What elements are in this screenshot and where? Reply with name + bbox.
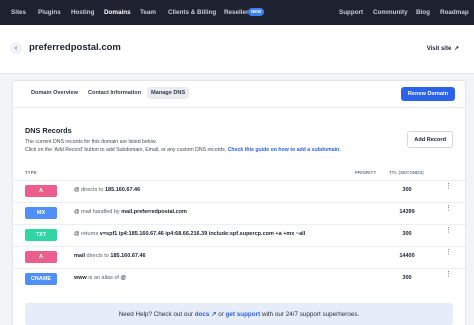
dns-record-row: A mail directs to 185.160.67.46 14400 ⋮	[13, 246, 465, 267]
record-name: @	[74, 187, 80, 193]
column-priority: PRIORITY	[355, 170, 377, 175]
dns-record-row: TXT @ returns v=spf1 ip4:185.160.67.46 i…	[13, 224, 465, 245]
record-value: 185.160.67.46	[104, 187, 141, 193]
more-vertical-icon[interactable]: ⋮	[445, 205, 452, 212]
more-vertical-icon[interactable]: ⋮	[445, 183, 452, 190]
nav-domains[interactable]: Domains	[104, 9, 131, 16]
back-button[interactable]: ‹	[10, 42, 22, 54]
record-type-badge: A	[25, 251, 57, 263]
nav-clients-billing[interactable]: Clients & Billing	[168, 9, 216, 16]
record-description: @ directs to 185.160.67.46	[74, 187, 140, 193]
visit-site-label: Visit site	[426, 46, 452, 52]
dns-records-title: DNS Records	[25, 126, 72, 135]
record-ttl: 14400	[399, 253, 415, 259]
record-value: v=spf1 ip4:185.160.67.46 ip4:68.66.216.3…	[99, 231, 306, 237]
more-vertical-icon[interactable]: ⋮	[445, 249, 452, 256]
external-link-icon: ↗	[211, 310, 217, 318]
dns-record-row: A @ directs to 185.160.67.46 300 ⋮	[13, 180, 465, 201]
dns-card: Domain Overview Contact Information Mana…	[12, 80, 466, 325]
column-type: TYPE	[25, 170, 37, 175]
nav-hosting[interactable]: Hosting	[71, 9, 94, 16]
more-vertical-icon[interactable]: ⋮	[445, 271, 452, 278]
nav-support[interactable]: Support	[339, 9, 363, 16]
help-prefix: Need Help? Check out our	[118, 310, 193, 318]
nav-plugins[interactable]: Plugins	[38, 9, 61, 16]
add-record-button[interactable]: Add Record	[407, 131, 453, 148]
subdomain-guide-link[interactable]: Check this guide on how to add a subdoma…	[228, 147, 341, 153]
record-name: www	[74, 275, 87, 281]
get-support-link[interactable]: get support	[226, 311, 261, 318]
domain-title: preferredpostal.com	[29, 42, 121, 53]
tab-contact-information[interactable]: Contact Information	[88, 90, 141, 96]
record-name: @	[74, 231, 80, 237]
nav-roadmap[interactable]: Roadmap	[440, 9, 469, 16]
more-vertical-icon[interactable]: ⋮	[445, 227, 452, 234]
dns-record-row: CNAME www is an alias of @ 300 ⋮	[13, 268, 465, 289]
nav-sites[interactable]: Sites	[11, 9, 26, 16]
record-description: mail directs to 185.160.67.46	[74, 253, 146, 259]
record-value: mail.preferredpostal.com	[121, 209, 187, 215]
visit-site-link[interactable]: Visit site ↗	[427, 45, 459, 52]
record-connector: directs to	[81, 187, 104, 193]
record-ttl: 300	[402, 187, 412, 193]
record-description: @ returns v=spf1 ip4:185.160.67.46 ip4:6…	[74, 231, 305, 237]
column-ttl: TTL (SECONDS)	[389, 170, 424, 175]
nav-reseller[interactable]: Reseller	[224, 9, 249, 16]
dns-description-text: Click on the 'Add Record' button to add …	[25, 147, 227, 153]
nav-blog[interactable]: Blog	[416, 9, 430, 16]
record-connector: mail handled by	[81, 209, 120, 215]
record-ttl: 14399	[399, 209, 415, 215]
external-link-icon: ↗	[453, 46, 459, 52]
renew-domain-button[interactable]: Renew Domain	[400, 87, 455, 101]
nav-community[interactable]: Community	[373, 9, 408, 16]
dns-description-line1: The current DNS records for this domain …	[25, 139, 157, 145]
record-value: @	[120, 275, 126, 281]
dns-record-row: MX @ mail handled by mail.preferredposta…	[13, 202, 465, 223]
chevron-left-icon: ‹	[14, 44, 18, 52]
docs-link[interactable]: docs ↗	[195, 311, 217, 318]
record-type-badge: CNAME	[25, 273, 57, 285]
top-nav-bar: Sites Plugins Hosting Domains Team Clien…	[0, 0, 474, 25]
record-ttl: 300	[402, 275, 412, 281]
record-ttl: 300	[402, 231, 412, 237]
domain-header: ‹ preferredpostal.com Visit site ↗	[0, 25, 474, 74]
record-type-badge: A	[25, 185, 57, 197]
record-connector: directs to	[86, 253, 109, 259]
dns-description-line2: Click on the 'Add Record' button to add …	[25, 147, 341, 153]
record-description: @ mail handled by mail.preferredpostal.c…	[74, 209, 187, 215]
record-connector: returns	[81, 231, 99, 237]
record-description: www is an alias of @	[74, 275, 126, 281]
record-name: @	[74, 209, 80, 215]
new-badge: NEW	[248, 7, 265, 16]
help-middle: or	[218, 310, 224, 318]
record-type-badge: TXT	[25, 229, 57, 241]
record-name: mail	[74, 253, 86, 259]
tab-manage-dns[interactable]: Manage DNS	[147, 87, 190, 99]
tab-domain-overview[interactable]: Domain Overview	[31, 90, 78, 96]
help-suffix: with our 24/7 support superheroes.	[261, 310, 360, 318]
docs-label: docs	[194, 310, 210, 318]
record-value: 185.160.67.46	[110, 253, 146, 259]
help-bar: Need Help? Check out our docs ↗ or get s…	[25, 303, 453, 325]
record-connector: is an alias of	[88, 275, 119, 281]
record-type-badge: MX	[25, 207, 57, 219]
nav-team[interactable]: Team	[140, 9, 156, 16]
tabs-row: Domain Overview Contact Information Mana…	[13, 81, 465, 108]
